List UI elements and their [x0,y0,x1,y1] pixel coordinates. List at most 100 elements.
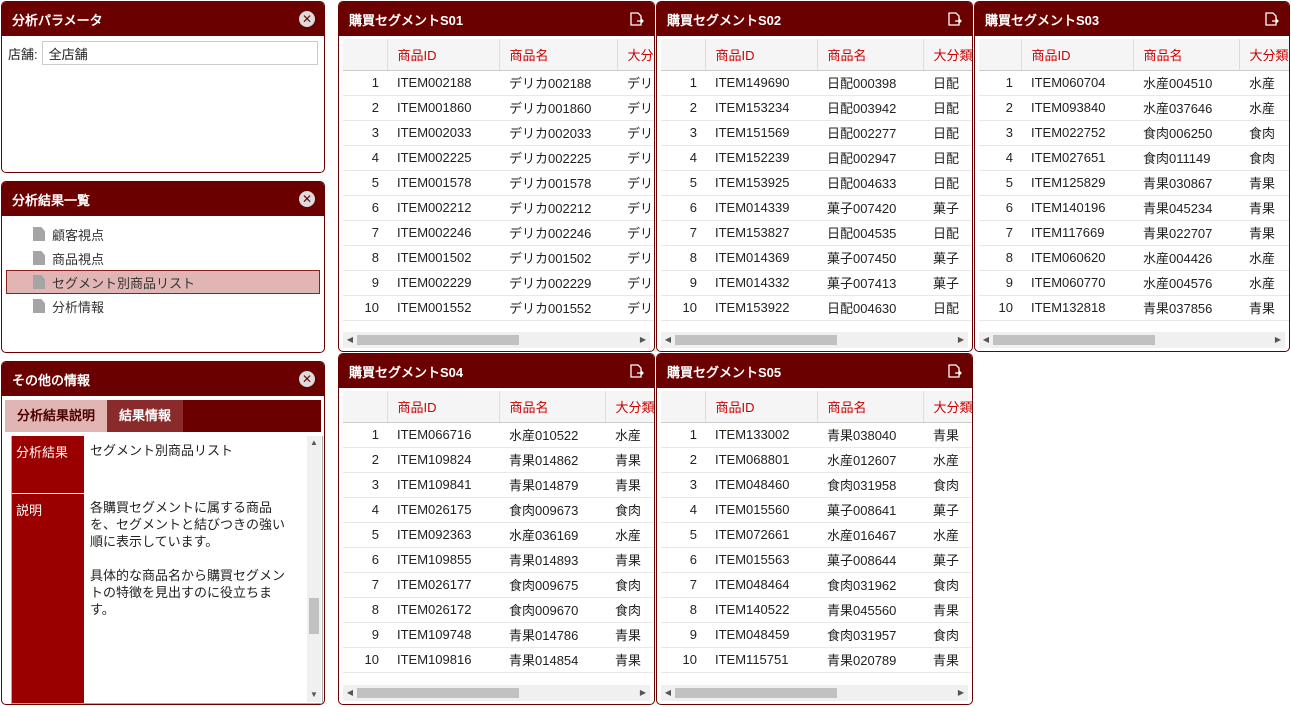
table-row[interactable]: 7 ITEM117669 青果022707 青果 [979,220,1289,246]
horizontal-scrollbar[interactable]: ◀ ▶ [979,332,1285,348]
scroll-thumb[interactable] [357,335,519,345]
export-icon[interactable] [948,12,962,26]
table-row[interactable]: 6ITEM002212デリカ002212デリカ [343,195,654,221]
tab-analysis-description[interactable]: 分析結果説明 [5,400,108,432]
column-header[interactable]: 大分類 [617,39,654,71]
table-row[interactable]: 6 ITEM014339 菓子007420 菓子 [661,195,972,221]
column-header[interactable]: 大分類 [923,39,972,71]
table-row[interactable]: 7ITEM002246デリカ002246デリカ [343,220,654,246]
column-header[interactable]: 商品ID [387,391,500,423]
column-header[interactable]: 商品ID [705,39,818,71]
table-row[interactable]: 9ITEM002229デリカ002229デリカ [343,270,654,296]
table-row[interactable]: 10 ITEM132818 青果037856 青果 [979,295,1289,321]
table-row[interactable]: 2 ITEM153234 日配003942 日配 [661,95,972,121]
column-header[interactable]: 大分類 [923,391,972,423]
table-row[interactable]: 8 ITEM140522 青果045560 青果 [661,597,972,623]
column-header[interactable]: 商品ID [387,39,500,71]
horizontal-scrollbar[interactable]: ◀ ▶ [661,332,968,348]
table-row[interactable]: 9 ITEM014332 菓子007413 菓子 [661,270,972,296]
scroll-left-icon[interactable]: ◀ [661,332,675,348]
table-row[interactable]: 8ITEM001502デリカ001502デリカ [343,245,654,271]
export-icon[interactable] [948,364,962,378]
close-icon[interactable]: ✕ [299,371,315,387]
table-row[interactable]: 2 ITEM068801 水産012607 水産 [661,447,972,473]
table-row[interactable]: 5 ITEM072661 水産016467 水産 [661,522,972,548]
table-row[interactable]: 8 ITEM014369 菓子007450 菓子 [661,245,972,271]
table-row[interactable]: 3 ITEM048460 食肉031958 食肉 [661,472,972,498]
scroll-right-icon[interactable]: ▶ [636,685,650,701]
tab-result-info[interactable]: 結果情報 [107,400,184,432]
store-field[interactable] [41,41,318,65]
column-header[interactable]: 商品名 [499,39,618,71]
table-row[interactable]: 1 ITEM060704 水産004510 水産 [979,70,1289,96]
table-row[interactable]: 4ITEM002225デリカ002225デリカ [343,145,654,171]
table-row[interactable]: 4 ITEM027651 食肉011149 食肉 [979,145,1289,171]
table-row[interactable]: 8 ITEM060620 水産004426 水産 [979,245,1289,271]
table-row[interactable]: 3 ITEM151569 日配002277 日配 [661,120,972,146]
result-item-product-view[interactable]: 商品視点 [6,246,320,270]
scroll-right-icon[interactable]: ▶ [954,332,968,348]
column-header[interactable] [661,39,706,71]
column-header[interactable]: 商品名 [1133,39,1240,71]
column-header[interactable]: 大分類 [1239,39,1289,71]
table-row[interactable]: 7 ITEM153827 日配004535 日配 [661,220,972,246]
horizontal-scrollbar[interactable]: ◀ ▶ [661,685,968,701]
result-item-customer-view[interactable]: 顧客視点 [6,222,320,246]
horizontal-scrollbar[interactable]: ◀ ▶ [343,332,650,348]
column-header[interactable]: 商品名 [817,39,924,71]
table-row[interactable]: 6 ITEM140196 青果045234 青果 [979,195,1289,221]
table-row[interactable]: 7 ITEM048464 食肉031962 食肉 [661,572,972,598]
scroll-thumb[interactable] [309,598,319,634]
scroll-thumb[interactable] [357,688,519,698]
scroll-left-icon[interactable]: ◀ [661,685,675,701]
scroll-up-icon[interactable]: ▲ [307,436,321,450]
table-row[interactable]: 10 ITEM115751 青果020789 青果 [661,647,972,673]
table-row[interactable]: 10ITEM001552デリカ001552デリカ [343,295,654,321]
horizontal-scrollbar[interactable]: ◀ ▶ [343,685,650,701]
column-header[interactable] [343,391,388,423]
table-row[interactable]: 5 ITEM092363 水産036169 水産 [343,522,654,548]
scroll-left-icon[interactable]: ◀ [343,685,357,701]
table-row[interactable]: 8 ITEM026172 食肉009670 食肉 [343,597,654,623]
table-row[interactable]: 5ITEM001578デリカ001578デリカ [343,170,654,196]
scroll-left-icon[interactable]: ◀ [979,332,993,348]
column-header[interactable]: 商品ID [1021,39,1134,71]
export-icon[interactable] [1265,12,1279,26]
table-row[interactable]: 10 ITEM109816 青果014854 青果 [343,647,654,673]
column-header[interactable] [661,391,706,423]
table-row[interactable]: 3ITEM002033デリカ002033デリカ [343,120,654,146]
scroll-thumb[interactable] [993,335,1155,345]
table-row[interactable]: 1 ITEM149690 日配000398 日配 [661,70,972,96]
table-row[interactable]: 5 ITEM125829 青果030867 青果 [979,170,1289,196]
table-row[interactable]: 2 ITEM093840 水産037646 水産 [979,95,1289,121]
table-row[interactable]: 10 ITEM153922 日配004630 日配 [661,295,972,321]
table-row[interactable]: 9 ITEM048459 食肉031957 食肉 [661,622,972,648]
column-header[interactable] [979,39,1022,71]
column-header[interactable]: 商品名 [499,391,606,423]
table-row[interactable]: 9 ITEM060770 水産004576 水産 [979,270,1289,296]
table-row[interactable]: 6 ITEM015563 菓子008644 菓子 [661,547,972,573]
table-row[interactable]: 5 ITEM153925 日配004633 日配 [661,170,972,196]
close-icon[interactable]: ✕ [299,11,315,27]
table-row[interactable]: 9 ITEM109748 青果014786 青果 [343,622,654,648]
scroll-thumb[interactable] [675,335,837,345]
table-row[interactable]: 3 ITEM022752 食肉006250 食肉 [979,120,1289,146]
scroll-right-icon[interactable]: ▶ [1271,332,1285,348]
column-header[interactable]: 商品ID [705,391,818,423]
close-icon[interactable]: ✕ [299,191,315,207]
result-item-analysis-info[interactable]: 分析情報 [6,294,320,318]
scroll-right-icon[interactable]: ▶ [636,332,650,348]
table-row[interactable]: 1ITEM002188デリカ002188デリカ [343,70,654,96]
export-icon[interactable] [630,364,644,378]
scroll-down-icon[interactable]: ▼ [307,688,321,702]
table-row[interactable]: 6 ITEM109855 青果014893 青果 [343,547,654,573]
table-row[interactable]: 4 ITEM152239 日配002947 日配 [661,145,972,171]
column-header[interactable] [343,39,388,71]
table-row[interactable]: 2ITEM001860デリカ001860デリカ [343,95,654,121]
scroll-left-icon[interactable]: ◀ [343,332,357,348]
export-icon[interactable] [630,12,644,26]
scroll-thumb[interactable] [675,688,837,698]
column-header[interactable]: 商品名 [817,391,924,423]
table-row[interactable]: 2 ITEM109824 青果014862 青果 [343,447,654,473]
table-row[interactable]: 3 ITEM109841 青果014879 青果 [343,472,654,498]
